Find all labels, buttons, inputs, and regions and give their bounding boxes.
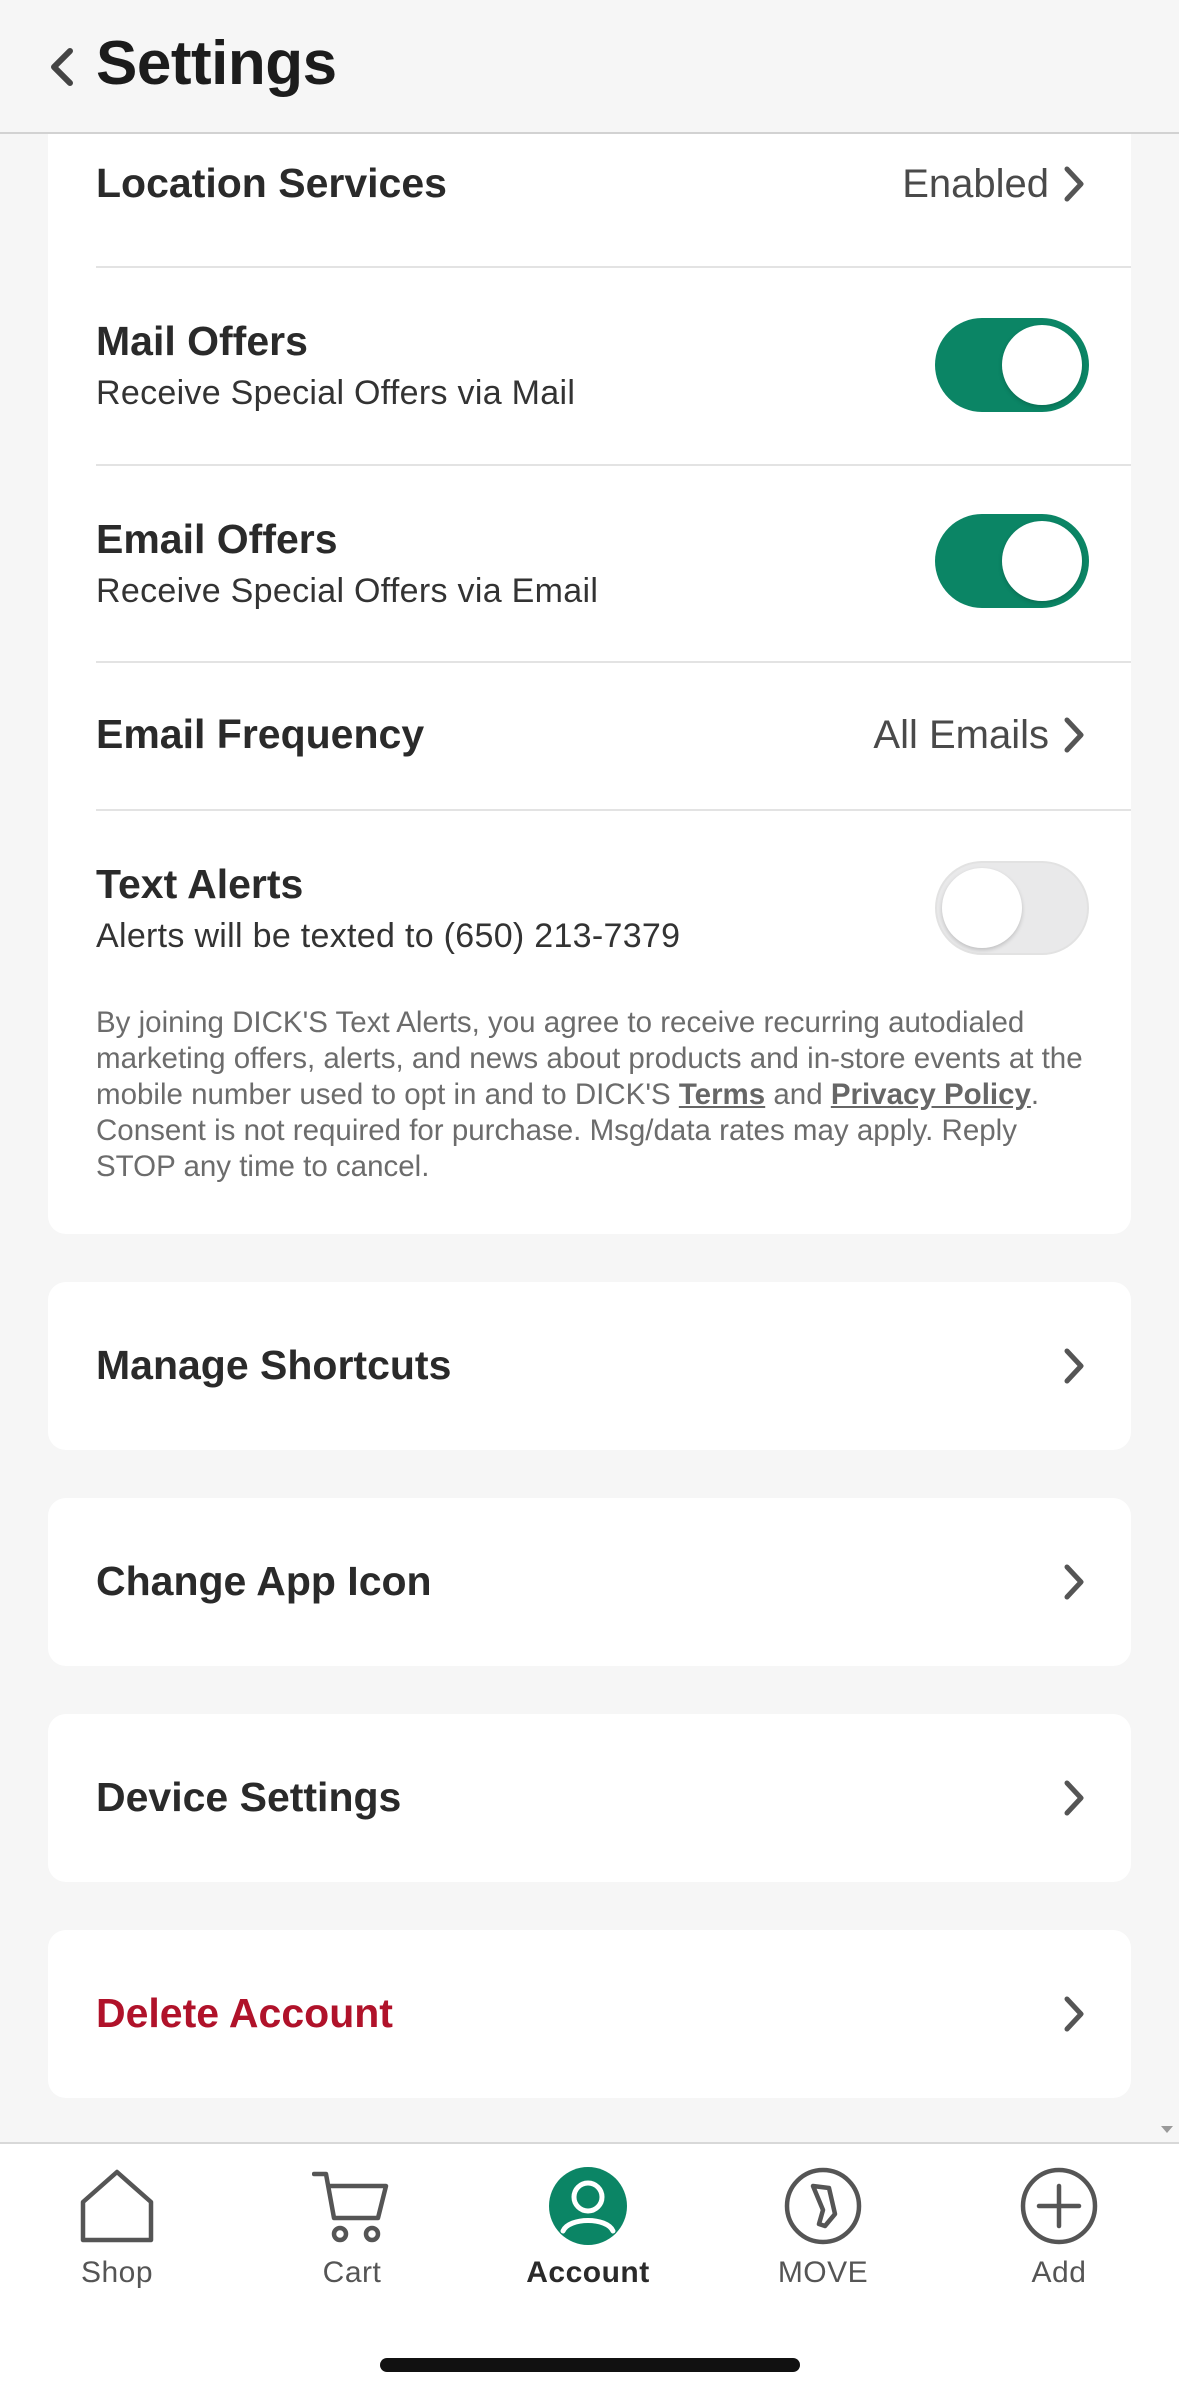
tab-move[interactable]: MOVE [723,2164,923,2314]
email-offers-toggle[interactable] [935,514,1089,608]
text-alerts-label: Text Alerts [96,861,304,907]
tab-bar: Shop Cart Account MOVE Add [0,2142,1179,2396]
page-title: Settings [96,29,337,98]
move-icon [781,2164,865,2248]
delete-account-row[interactable]: Delete Account [48,1930,1131,2098]
tab-account[interactable]: Account [488,2164,688,2314]
home-icon [75,2164,159,2248]
row-content: Change App Icon [96,1498,1131,1666]
chevron-right-icon [1059,1994,1089,2034]
manage-shortcuts-label: Manage Shortcuts [96,1342,452,1388]
toggle-knob [942,868,1022,948]
device-settings-row[interactable]: Device Settings [48,1714,1131,1882]
terms-link[interactable]: Terms [679,1078,765,1111]
disclaimer-text: and [765,1078,831,1111]
scroll-indicator [1161,2126,1173,2133]
row-content: Delete Account [96,1930,1131,2098]
back-button[interactable] [40,40,84,94]
email-frequency-row[interactable]: Email Frequency All Emails [96,663,1131,809]
text-alerts-disclaimer: By joining DICK'S Text Alerts, you agree… [96,1005,1096,1185]
chevron-left-icon [51,48,73,86]
manage-shortcuts-row[interactable]: Manage Shortcuts [48,1282,1131,1450]
mail-offers-toggle[interactable] [935,318,1089,412]
text-alerts-row: Text Alerts Alerts will be texted to (65… [96,811,1131,1001]
tab-shop[interactable]: Shop [17,2164,217,2314]
toggle-knob [1002,325,1082,405]
home-indicator[interactable] [380,2358,800,2372]
row-content: Device Settings [96,1714,1131,1882]
email-frequency-value: All Emails [873,713,1049,757]
location-services-label: Location Services [96,160,447,206]
chevron-right-icon [1059,1562,1089,1602]
account-icon [546,2164,630,2248]
mail-offers-description: Receive Special Offers via Mail [96,374,576,412]
settings-card: Location Services Enabled Mail Offers Re… [48,110,1131,1234]
tab-label: Shop [80,2256,154,2289]
email-offers-row: Email Offers Receive Special Offers via … [96,466,1131,662]
change-app-icon-row[interactable]: Change App Icon [48,1498,1131,1666]
tab-label: Add [1031,2256,1087,2289]
tab-cart[interactable]: Cart [252,2164,452,2314]
tab-label: Account [526,2256,650,2289]
cart-icon [310,2164,394,2248]
tab-add[interactable]: Add [959,2164,1159,2314]
privacy-policy-link[interactable]: Privacy Policy [831,1078,1031,1111]
chevron-right-icon [1059,715,1089,755]
email-offers-description: Receive Special Offers via Email [96,572,599,610]
row-content: Manage Shortcuts [96,1282,1131,1450]
toggle-knob [1002,521,1082,601]
tab-label: MOVE [777,2256,869,2289]
mail-offers-row: Mail Offers Receive Special Offers via M… [96,268,1131,464]
mail-offers-label: Mail Offers [96,318,308,364]
add-icon [1017,2164,1101,2248]
chevron-right-icon [1059,1778,1089,1818]
email-offers-label: Email Offers [96,516,338,562]
chevron-right-icon [1059,1346,1089,1386]
delete-account-label: Delete Account [96,1990,393,2036]
email-frequency-label: Email Frequency [96,711,425,757]
change-app-icon-label: Change App Icon [96,1558,432,1604]
location-services-value: Enabled [902,162,1049,206]
text-alerts-description: Alerts will be texted to (650) 213-7379 [96,917,681,955]
device-settings-label: Device Settings [96,1774,402,1820]
top-bar: Settings [0,0,1179,134]
chevron-right-icon [1059,164,1089,204]
text-alerts-toggle[interactable] [935,861,1089,955]
tab-label: Cart [322,2256,382,2289]
